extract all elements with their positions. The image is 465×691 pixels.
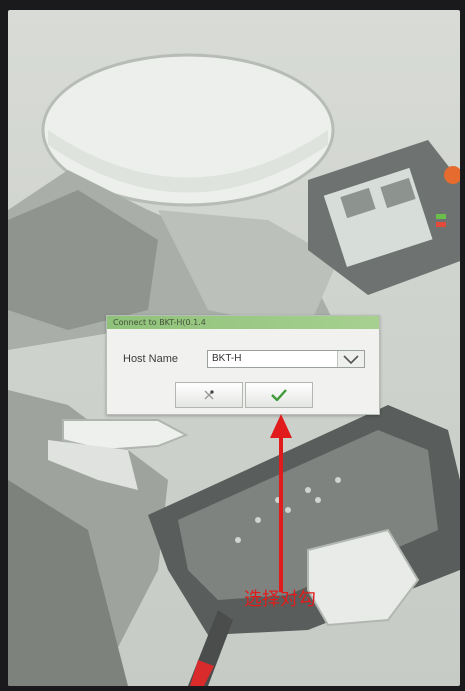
chevron-down-icon[interactable]: [337, 351, 364, 367]
annotation-label: 选择对勾: [244, 589, 316, 610]
cancel-icon: [203, 386, 215, 405]
host-name-value: BKT-H: [212, 353, 242, 364]
connect-dialog: Connect to BKT-H(0.1.4 Host Name BKT-H: [106, 315, 380, 415]
host-name-row: Host Name BKT-H: [123, 350, 368, 372]
checkmark-icon: [271, 386, 287, 405]
dialog-title: Connect to BKT-H(0.1.4: [107, 316, 379, 329]
host-name-select[interactable]: BKT-H: [207, 350, 365, 368]
pendant-screen: Connect to BKT-H(0.1.4 Host Name BKT-H 选…: [8, 10, 460, 686]
confirm-button[interactable]: [245, 382, 313, 408]
cancel-button[interactable]: [175, 382, 243, 408]
dialog-button-row: [175, 382, 313, 408]
annotation-arrow: [270, 414, 292, 592]
host-name-label: Host Name: [123, 353, 179, 365]
